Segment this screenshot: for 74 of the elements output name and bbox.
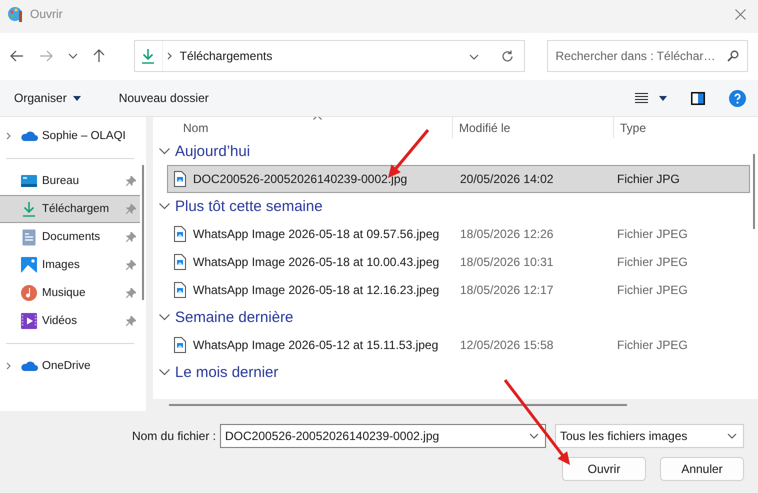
download-icon: [141, 48, 156, 64]
image-file-icon: [174, 171, 186, 187]
chevron-right-icon[interactable]: [6, 132, 11, 140]
pin-icon[interactable]: [126, 260, 136, 270]
column-header[interactable]: Nom: [159, 117, 453, 138]
chevron-down-icon[interactable]: [159, 369, 170, 376]
group-header[interactable]: Le mois dernier: [175, 364, 278, 381]
file-row[interactable]: WhatsApp Image 2026-05-18 at 09.57.56.jpeg 18/05/2026 12:26 Fichier JPEG: [167, 220, 750, 248]
close-icon[interactable]: [735, 8, 746, 20]
back-icon[interactable]: [10, 50, 24, 62]
sidebar-item[interactable]: Vidéos: [0, 307, 140, 335]
file-row[interactable]: WhatsApp Image 2026-05-18 at 10.00.43.jpeg 18/05/2026 10:31 Fichier JPEG: [167, 248, 750, 276]
column-header[interactable]: Modifié le: [453, 117, 614, 138]
chevron-down-icon[interactable]: [68, 53, 78, 59]
file-name-label: Nom du fichier :: [132, 429, 216, 443]
image-file-icon: [174, 337, 186, 353]
chevron-down-icon[interactable]: [727, 433, 737, 439]
cloud-icon: [20, 130, 38, 142]
pin-icon[interactable]: [126, 288, 136, 298]
chevron-down-icon[interactable]: [529, 433, 539, 439]
file-name-field[interactable]: DOC200526-20052026140239-0002.jpg: [220, 424, 546, 448]
scrollbar-thumb[interactable]: [753, 154, 755, 229]
image-file-icon: [174, 226, 186, 242]
caret-icon: [72, 96, 81, 100]
search-icon: [726, 50, 739, 62]
scrollbar-thumb[interactable]: [169, 404, 627, 406]
refresh-icon[interactable]: [500, 50, 514, 62]
download-icon: [22, 201, 36, 217]
sidebar-item[interactable]: Musique: [0, 279, 140, 307]
sidebar-item[interactable]: OneDrive: [0, 352, 140, 380]
chevron-down-icon[interactable]: [159, 148, 170, 155]
chevron-right-icon[interactable]: [6, 362, 11, 370]
video-icon: [21, 313, 37, 329]
sidebar-item[interactable]: Sophie – OLAQI: [0, 122, 140, 150]
column-header[interactable]: Type: [614, 120, 646, 134]
up-arrow-icon[interactable]: [93, 49, 105, 63]
picture-icon: [21, 257, 37, 273]
window-title: Ouvrir: [30, 7, 64, 21]
image-file-icon: [174, 254, 186, 270]
caret-icon[interactable]: [659, 96, 667, 100]
app-icon: [7, 5, 25, 23]
file-type-dropdown[interactable]: Tous les fichiers images: [555, 424, 744, 448]
new-folder-button[interactable]: Nouveau dossier: [118, 91, 209, 105]
help-icon[interactable]: [729, 90, 746, 106]
music-icon: [21, 285, 37, 301]
file-row[interactable]: DOC200526-20052026140239-0002.jpg 20/05/2026 14:02 Fichier JPG: [167, 165, 750, 193]
desktop-icon: [21, 174, 37, 188]
cloud-icon: [20, 360, 38, 372]
pin-icon[interactable]: [126, 176, 136, 186]
search-field[interactable]: Rechercher dans : Téléchar…: [546, 40, 748, 72]
image-file-icon: [174, 282, 186, 298]
sidebar-item[interactable]: Téléchargem: [0, 195, 140, 223]
document-icon: [22, 228, 36, 246]
chevron-right-icon: [166, 52, 172, 60]
chevron-down-icon[interactable]: [159, 203, 170, 210]
organize-menu[interactable]: Organiser: [14, 91, 81, 105]
file-row[interactable]: WhatsApp Image 2026-05-12 at 15.11.53.jpeg 12/05/2026 15:58 Fichier JPEG: [167, 331, 750, 359]
list-view-icon[interactable]: [635, 92, 648, 104]
group-header[interactable]: Plus tôt cette semaine: [175, 198, 323, 215]
preview-pane-icon[interactable]: [691, 92, 705, 104]
sidebar-item[interactable]: Images: [0, 251, 140, 279]
group-header[interactable]: Semaine dernière: [175, 309, 294, 326]
group-header[interactable]: Aujourd’hui: [175, 143, 250, 160]
address-bar[interactable]: Téléchargements: [134, 40, 525, 72]
pin-icon[interactable]: [126, 316, 136, 326]
sidebar-item[interactable]: Bureau: [0, 167, 140, 195]
file-row[interactable]: WhatsApp Image 2026-05-18 at 12.16.23.jpeg 18/05/2026 12:17 Fichier JPEG: [167, 276, 750, 304]
pin-icon[interactable]: [126, 232, 136, 242]
sidebar-item[interactable]: Documents: [0, 223, 140, 251]
scrollbar-thumb[interactable]: [142, 165, 144, 300]
open-button[interactable]: Ouvrir: [562, 457, 646, 481]
chevron-down-icon[interactable]: [468, 54, 479, 60]
cancel-button[interactable]: Annuler: [660, 457, 744, 481]
chevron-down-icon[interactable]: [159, 314, 170, 321]
